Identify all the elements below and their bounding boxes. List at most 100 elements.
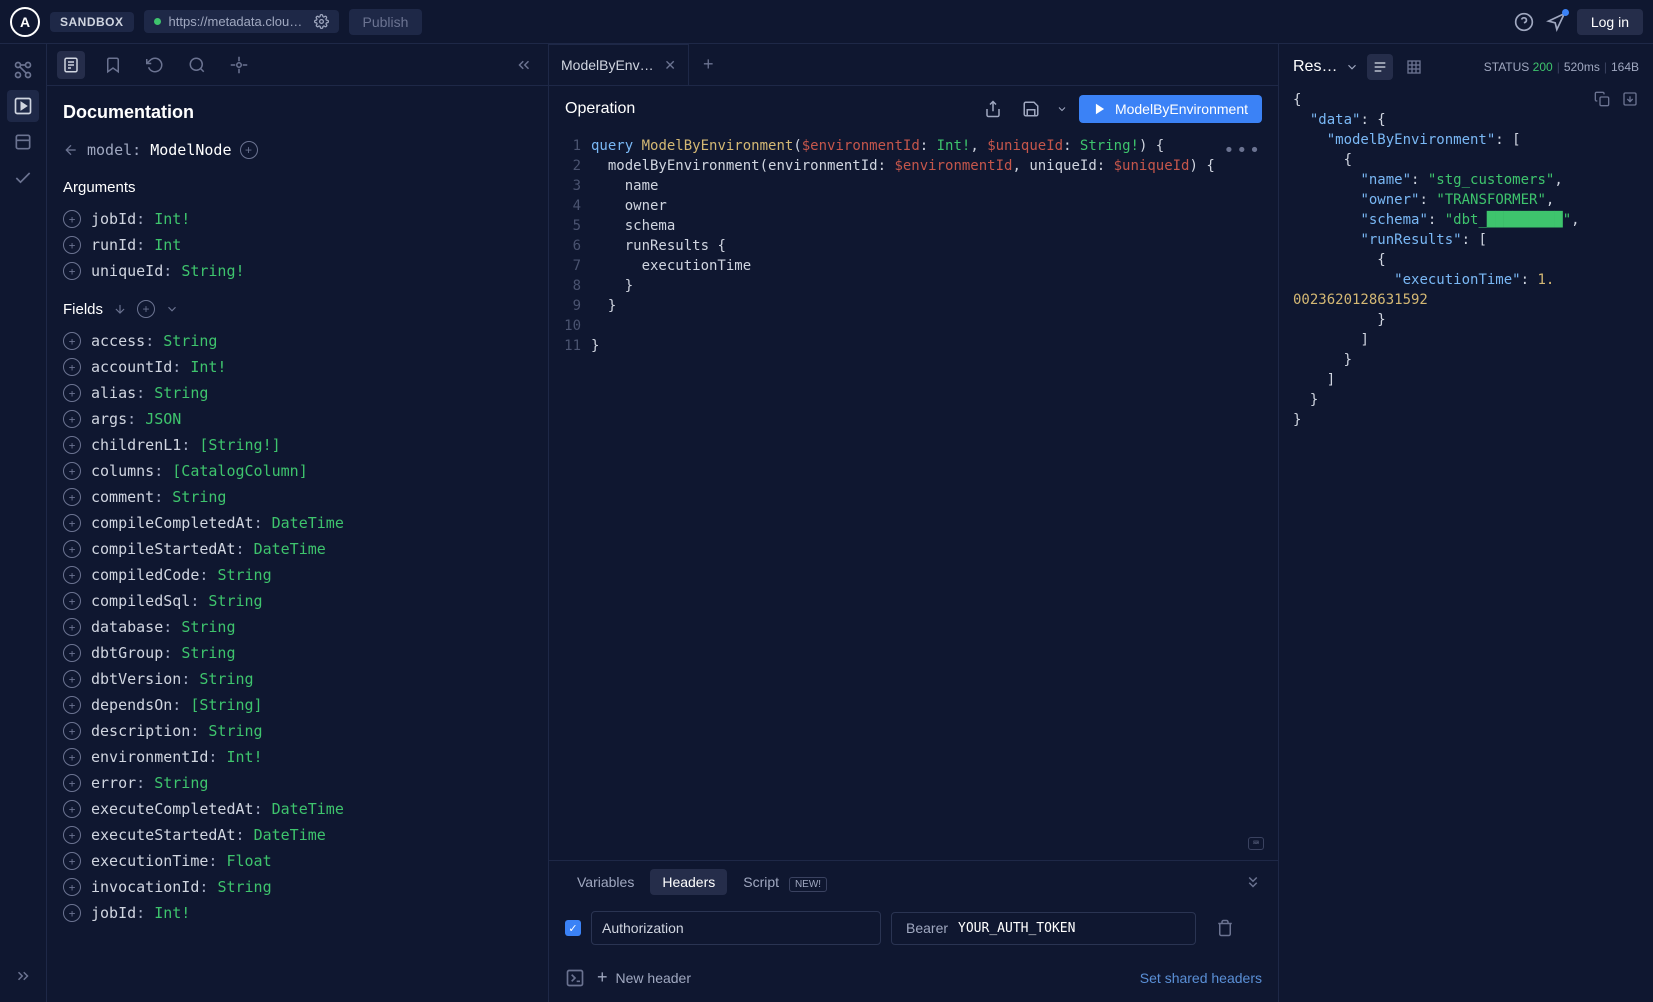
response-dropdown-icon[interactable] bbox=[1345, 60, 1359, 74]
save-dropdown-icon[interactable] bbox=[1055, 95, 1069, 123]
field-row[interactable]: +invocationId: String bbox=[63, 874, 532, 900]
argument-row[interactable]: +jobId: Int! bbox=[63, 206, 532, 232]
field-row[interactable]: +jobId: Int! bbox=[63, 900, 532, 926]
add-field-icon[interactable]: + bbox=[63, 618, 81, 636]
field-row[interactable]: +childrenL1: [String!] bbox=[63, 432, 532, 458]
collapse-bottom-icon[interactable] bbox=[1244, 873, 1262, 891]
add-arg-icon[interactable]: + bbox=[63, 210, 81, 228]
code-editor[interactable]: 1234567891011 query ModelByEnvironment($… bbox=[549, 132, 1278, 860]
header-enabled-checkbox[interactable]: ✓ bbox=[565, 920, 581, 936]
table-view-icon[interactable] bbox=[1401, 54, 1427, 80]
json-view-icon[interactable] bbox=[1367, 54, 1393, 80]
share-icon[interactable] bbox=[979, 95, 1007, 123]
script-tab[interactable]: Script NEW! bbox=[731, 869, 839, 895]
add-field-icon[interactable]: + bbox=[63, 410, 81, 428]
add-field-icon[interactable]: + bbox=[63, 566, 81, 584]
argument-row[interactable]: +runId: Int bbox=[63, 232, 532, 258]
editor-menu-icon[interactable]: ••• bbox=[1223, 140, 1262, 161]
collections-icon[interactable] bbox=[7, 126, 39, 158]
connection-url[interactable]: https://metadata.cloud.get bbox=[144, 10, 339, 33]
field-row[interactable]: +executeCompletedAt: DateTime bbox=[63, 796, 532, 822]
header-key-input[interactable] bbox=[591, 911, 881, 945]
run-operation-button[interactable]: ModelByEnvironment bbox=[1079, 95, 1262, 123]
field-row[interactable]: +compileStartedAt: DateTime bbox=[63, 536, 532, 562]
shared-headers-link[interactable]: Set shared headers bbox=[1140, 970, 1262, 986]
add-field-icon[interactable]: + bbox=[63, 670, 81, 688]
add-arg-icon[interactable]: + bbox=[63, 236, 81, 254]
add-field-icon[interactable]: + bbox=[63, 514, 81, 532]
delete-header-icon[interactable] bbox=[1206, 919, 1244, 937]
add-field-icon[interactable]: + bbox=[63, 878, 81, 896]
bookmark-icon[interactable] bbox=[99, 51, 127, 79]
field-row[interactable]: +dependsOn: [String] bbox=[63, 692, 532, 718]
copy-response-icon[interactable] bbox=[1593, 90, 1611, 108]
help-icon[interactable] bbox=[1513, 11, 1535, 33]
add-field-icon[interactable]: + bbox=[63, 722, 81, 740]
publish-button[interactable]: Publish bbox=[349, 9, 423, 35]
docs-view-icon[interactable] bbox=[57, 51, 85, 79]
field-row[interactable]: +dbtVersion: String bbox=[63, 666, 532, 692]
add-field-icon[interactable]: + bbox=[63, 436, 81, 454]
save-icon[interactable] bbox=[1017, 95, 1045, 123]
field-row[interactable]: +columns: [CatalogColumn] bbox=[63, 458, 532, 484]
field-row[interactable]: +database: String bbox=[63, 614, 532, 640]
schema-icon[interactable] bbox=[7, 54, 39, 86]
add-field-icon[interactable]: + bbox=[63, 358, 81, 376]
add-field-icon[interactable]: + bbox=[63, 904, 81, 922]
field-row[interactable]: +compiledSql: String bbox=[63, 588, 532, 614]
add-tab-icon[interactable]: + bbox=[689, 54, 728, 75]
field-row[interactable]: +args: JSON bbox=[63, 406, 532, 432]
history-icon[interactable] bbox=[141, 51, 169, 79]
add-field-icon[interactable]: + bbox=[63, 332, 81, 350]
field-row[interactable]: +error: String bbox=[63, 770, 532, 796]
add-field-icon[interactable]: + bbox=[63, 644, 81, 662]
add-field-icon[interactable]: + bbox=[63, 540, 81, 558]
search-icon[interactable] bbox=[183, 51, 211, 79]
argument-row[interactable]: +uniqueId: String! bbox=[63, 258, 532, 284]
add-field-icon[interactable]: + bbox=[137, 300, 155, 318]
field-row[interactable]: +description: String bbox=[63, 718, 532, 744]
variables-tab[interactable]: Variables bbox=[565, 869, 646, 895]
add-field-icon[interactable]: + bbox=[63, 774, 81, 792]
sort-down-icon[interactable] bbox=[113, 302, 127, 316]
field-row[interactable]: +executeStartedAt: DateTime bbox=[63, 822, 532, 848]
collapse-panel-icon[interactable] bbox=[510, 51, 538, 79]
login-button[interactable]: Log in bbox=[1577, 9, 1643, 35]
explorer-icon[interactable] bbox=[7, 90, 39, 122]
new-header-button[interactable]: + New header bbox=[597, 967, 691, 988]
add-field-icon[interactable]: + bbox=[63, 826, 81, 844]
add-type-icon[interactable]: + bbox=[240, 141, 258, 159]
field-row[interactable]: +environmentId: Int! bbox=[63, 744, 532, 770]
tab-model-by-environment[interactable]: ModelByEnvi… ✕ bbox=[549, 44, 689, 85]
settings-icon[interactable] bbox=[225, 51, 253, 79]
field-row[interactable]: +accountId: Int! bbox=[63, 354, 532, 380]
checks-icon[interactable] bbox=[7, 162, 39, 194]
add-field-icon[interactable]: + bbox=[63, 384, 81, 402]
response-body[interactable]: { "data": { "modelByEnvironment": [ { "n… bbox=[1279, 90, 1653, 1002]
add-field-icon[interactable]: + bbox=[63, 462, 81, 480]
add-arg-icon[interactable]: + bbox=[63, 262, 81, 280]
field-row[interactable]: +access: String bbox=[63, 328, 532, 354]
download-response-icon[interactable] bbox=[1621, 90, 1639, 108]
gear-icon[interactable] bbox=[314, 14, 329, 29]
add-field-icon[interactable]: + bbox=[63, 852, 81, 870]
close-tab-icon[interactable]: ✕ bbox=[664, 57, 676, 74]
field-row[interactable]: +compileCompletedAt: DateTime bbox=[63, 510, 532, 536]
env-vars-icon[interactable] bbox=[565, 968, 585, 988]
notifications-icon[interactable] bbox=[1545, 11, 1567, 33]
keyboard-shortcuts-icon[interactable]: ⌨ bbox=[1248, 837, 1264, 850]
add-field-icon[interactable]: + bbox=[63, 696, 81, 714]
header-value-input[interactable] bbox=[952, 913, 1195, 944]
add-field-icon[interactable]: + bbox=[63, 800, 81, 818]
back-arrow-icon[interactable] bbox=[63, 142, 79, 158]
field-row[interactable]: +dbtGroup: String bbox=[63, 640, 532, 666]
field-row[interactable]: +compiledCode: String bbox=[63, 562, 532, 588]
expand-rail-icon[interactable] bbox=[7, 960, 39, 992]
add-field-icon[interactable]: + bbox=[63, 592, 81, 610]
field-row[interactable]: +alias: String bbox=[63, 380, 532, 406]
chevron-down-icon[interactable] bbox=[165, 302, 179, 316]
field-row[interactable]: +comment: String bbox=[63, 484, 532, 510]
headers-tab[interactable]: Headers bbox=[650, 869, 727, 895]
add-field-icon[interactable]: + bbox=[63, 488, 81, 506]
field-row[interactable]: +executionTime: Float bbox=[63, 848, 532, 874]
